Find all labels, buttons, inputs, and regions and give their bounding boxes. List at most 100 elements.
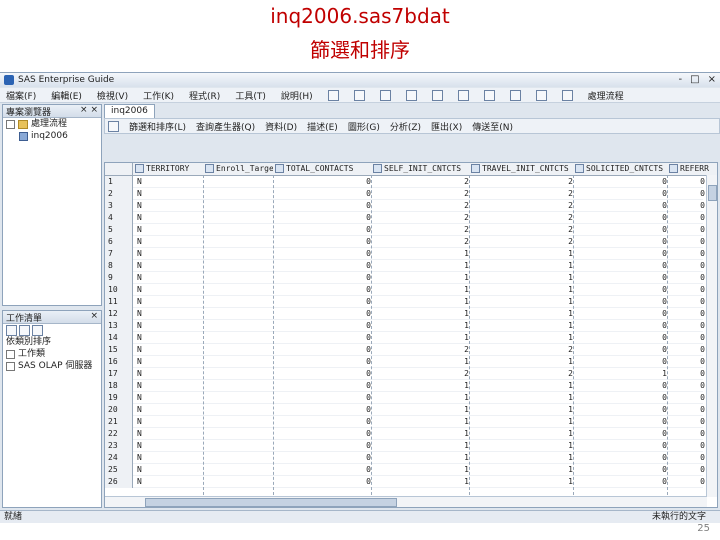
menu-file[interactable]: 檔案(F) bbox=[6, 89, 36, 102]
task-item-2[interactable]: SAS OLAP 伺服器 bbox=[3, 360, 101, 372]
task-item-1[interactable]: 工作類 bbox=[3, 348, 101, 360]
row-number[interactable]: 11 bbox=[105, 296, 133, 308]
column-header-referral[interactable]: REFERRAL bbox=[669, 163, 709, 175]
row-number[interactable]: 18 bbox=[105, 380, 133, 392]
corner-cell bbox=[105, 163, 133, 175]
collapse-icon[interactable] bbox=[6, 119, 15, 129]
data-grid: TERRITORY Enroll_Target TOTAL_CONTACTS S… bbox=[104, 162, 718, 508]
slide-title: inq2006.sas7bdat bbox=[270, 4, 450, 28]
copy-icon[interactable] bbox=[457, 89, 469, 101]
row-number[interactable]: 20 bbox=[105, 404, 133, 416]
close-icon[interactable]: × bbox=[90, 311, 98, 321]
row-number[interactable]: 14 bbox=[105, 332, 133, 344]
row-number[interactable]: 23 bbox=[105, 440, 133, 452]
vertical-scrollbar[interactable] bbox=[706, 175, 717, 497]
menu-tools[interactable]: 工具(T) bbox=[235, 89, 266, 102]
paste-icon[interactable] bbox=[483, 89, 495, 101]
query-builder-button[interactable]: 查詢產生器(Q) bbox=[196, 120, 255, 133]
slide-subtitle: 篩選和排序 bbox=[310, 38, 410, 62]
maximize-button[interactable]: □ bbox=[690, 74, 699, 85]
row-number[interactable]: 2 bbox=[105, 188, 133, 200]
scroll-thumb[interactable] bbox=[708, 185, 717, 201]
horizontal-scrollbar[interactable] bbox=[105, 496, 707, 507]
redo-icon[interactable] bbox=[535, 89, 547, 101]
column-header-total-contacts[interactable]: TOTAL_CONTACTS bbox=[275, 163, 371, 175]
row-number[interactable]: 17 bbox=[105, 368, 133, 380]
expand-icon[interactable] bbox=[6, 361, 15, 371]
column-divider bbox=[469, 175, 470, 495]
graph-menu[interactable]: 圖形(G) bbox=[348, 120, 380, 133]
minimize-button[interactable]: - bbox=[679, 74, 683, 85]
describe-menu[interactable]: 描述(E) bbox=[307, 120, 338, 133]
sort-icon[interactable] bbox=[6, 324, 17, 336]
task-panel-header: 工作清單 × bbox=[3, 311, 101, 324]
help-icon[interactable] bbox=[32, 324, 43, 336]
send-to-menu[interactable]: 傳送至(N) bbox=[472, 120, 513, 133]
menu-edit[interactable]: 編輯(E) bbox=[51, 89, 82, 102]
menu-view[interactable]: 檢視(V) bbox=[97, 89, 128, 102]
filter-icon bbox=[108, 120, 119, 132]
filter-sort-button[interactable]: 篩選和排序(L) bbox=[129, 120, 186, 133]
column-header-solicited[interactable]: SOLICITED_CNTCTS bbox=[575, 163, 667, 175]
column-divider bbox=[273, 175, 274, 495]
close-icon[interactable]: × × bbox=[80, 105, 98, 115]
char-column-icon bbox=[205, 164, 214, 173]
analyze-menu[interactable]: 分析(Z) bbox=[390, 120, 421, 133]
row-number[interactable]: 25 bbox=[105, 464, 133, 476]
row-number[interactable]: 1 bbox=[105, 176, 133, 188]
row-number[interactable]: 7 bbox=[105, 248, 133, 260]
row-number[interactable]: 8 bbox=[105, 260, 133, 272]
process-flow-icon[interactable] bbox=[561, 89, 573, 101]
column-header-self-init[interactable]: SELF_INIT_CNTCTS bbox=[373, 163, 469, 175]
menu-task[interactable]: 工作(K) bbox=[143, 89, 174, 102]
new-icon[interactable] bbox=[327, 89, 339, 101]
task-item-label: SAS OLAP 伺服器 bbox=[18, 361, 93, 371]
row-number[interactable]: 24 bbox=[105, 452, 133, 464]
row-number[interactable]: 12 bbox=[105, 308, 133, 320]
save-icon[interactable] bbox=[379, 89, 391, 101]
list-icon[interactable] bbox=[19, 324, 30, 336]
undo-icon[interactable] bbox=[509, 89, 521, 101]
tree-item-flow[interactable]: 處理流程 bbox=[3, 118, 101, 130]
project-panel: 專案瀏覽器 × × 處理流程 inq2006 bbox=[2, 104, 102, 306]
row-number[interactable]: 3 bbox=[105, 200, 133, 212]
open-icon[interactable] bbox=[353, 89, 365, 101]
menu-bar: 檔案(F) 編輯(E) 檢視(V) 工作(K) 程式(R) 工具(T) 說明(H… bbox=[0, 88, 720, 103]
row-number[interactable]: 6 bbox=[105, 236, 133, 248]
export-menu[interactable]: 匯出(X) bbox=[431, 120, 462, 133]
menu-program[interactable]: 程式(R) bbox=[189, 89, 220, 102]
scroll-thumb[interactable] bbox=[145, 498, 397, 507]
document-tab[interactable]: inq2006 bbox=[104, 104, 155, 118]
row-number[interactable]: 5 bbox=[105, 224, 133, 236]
data-toolbar: 篩選和排序(L) 查詢產生器(Q) 資料(D) 描述(E) 圖形(G) 分析(Z… bbox=[104, 118, 720, 134]
row-number[interactable]: 13 bbox=[105, 320, 133, 332]
window-title: SAS Enterprise Guide bbox=[18, 75, 115, 85]
tree-item-dataset[interactable]: inq2006 bbox=[3, 130, 101, 142]
column-header-territory[interactable]: TERRITORY bbox=[135, 163, 203, 175]
close-button[interactable]: × bbox=[708, 74, 716, 85]
row-number[interactable]: 19 bbox=[105, 392, 133, 404]
print-icon[interactable] bbox=[405, 89, 417, 101]
column-header-travel-init[interactable]: TRAVEL_INIT_CNTCTS bbox=[471, 163, 573, 175]
tree-item-label: inq2006 bbox=[31, 131, 68, 141]
row-number[interactable]: 16 bbox=[105, 356, 133, 368]
row-number[interactable]: 10 bbox=[105, 284, 133, 296]
row-number[interactable]: 4 bbox=[105, 212, 133, 224]
row-number[interactable]: 9 bbox=[105, 272, 133, 284]
process-flow-icon bbox=[18, 119, 28, 129]
row-number[interactable]: 21 bbox=[105, 416, 133, 428]
cut-icon[interactable] bbox=[431, 89, 443, 101]
row-number[interactable]: 22 bbox=[105, 428, 133, 440]
document-tab-label: inq2006 bbox=[111, 106, 148, 116]
dataset-icon bbox=[19, 131, 28, 141]
column-divider bbox=[667, 175, 668, 495]
menu-help[interactable]: 說明(H) bbox=[281, 89, 313, 102]
expand-icon[interactable] bbox=[6, 349, 15, 359]
process-flow-button[interactable]: 處理流程 bbox=[588, 89, 624, 102]
column-header-enroll-target[interactable]: Enroll_Target bbox=[205, 163, 273, 175]
row-number[interactable]: 15 bbox=[105, 344, 133, 356]
tree-item-label: 處理流程 bbox=[31, 119, 68, 129]
data-menu[interactable]: 資料(D) bbox=[265, 120, 297, 133]
task-sort-dropdown[interactable]: 依類別排序 bbox=[3, 336, 101, 348]
row-number[interactable]: 26 bbox=[105, 476, 133, 488]
